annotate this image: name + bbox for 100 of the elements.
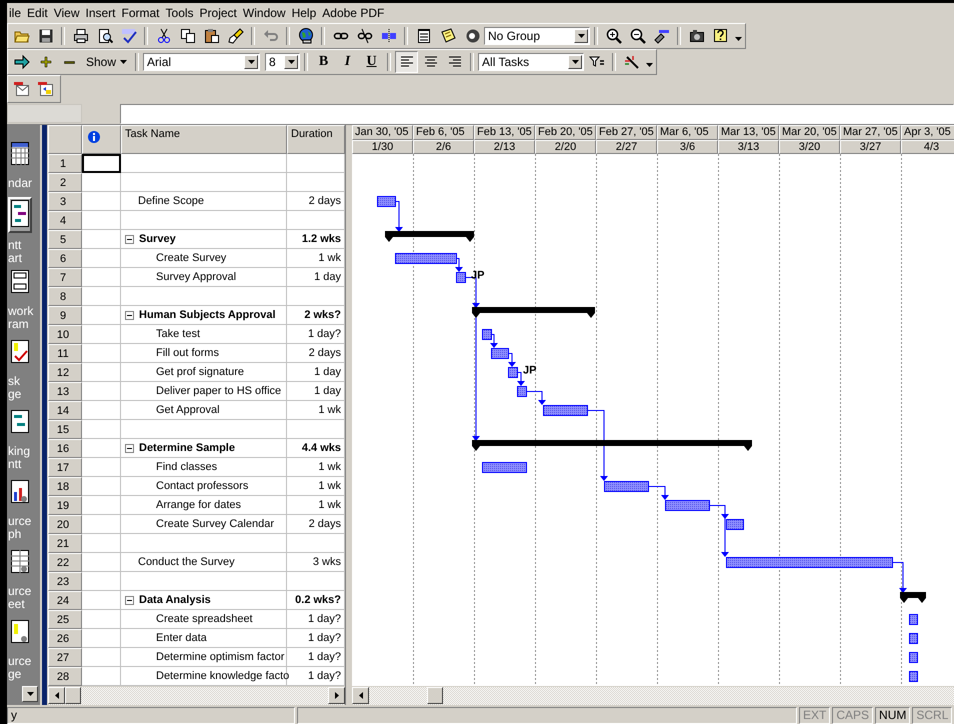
row-number[interactable]: 7 <box>48 268 82 287</box>
indicator-cell[interactable] <box>82 325 121 344</box>
indicator-cell[interactable] <box>82 173 121 192</box>
task-bar[interactable] <box>377 196 396 207</box>
task-bar[interactable] <box>456 272 466 283</box>
row-number[interactable]: 3 <box>48 192 82 211</box>
scroll-down-button[interactable] <box>22 686 38 702</box>
underline-button[interactable]: U <box>360 51 384 73</box>
selected-cell[interactable] <box>82 154 121 173</box>
indicator-cell[interactable] <box>82 534 121 553</box>
more-buttons-icon[interactable] <box>646 63 654 67</box>
menu-item[interactable]: Window <box>240 6 290 20</box>
row-number[interactable]: 16 <box>48 439 82 458</box>
row-number[interactable]: 15 <box>48 420 82 439</box>
indicator-cell[interactable] <box>82 553 121 572</box>
menu-item[interactable]: Format <box>120 6 164 20</box>
font-size-dropdown[interactable]: 8 <box>265 53 300 71</box>
task-bar[interactable] <box>909 614 918 625</box>
row-number[interactable]: 18 <box>48 477 82 496</box>
indicator-cell[interactable] <box>82 610 121 629</box>
view-button[interactable] <box>8 197 32 233</box>
indicator-cell[interactable] <box>82 629 121 648</box>
indicator-cell[interactable] <box>82 458 121 477</box>
group-dropdown[interactable]: No Group <box>484 27 590 45</box>
task-bar[interactable] <box>726 519 744 530</box>
row-number[interactable]: 12 <box>48 363 82 382</box>
indicator-cell[interactable] <box>82 344 121 363</box>
scroll-thumb[interactable] <box>65 687 81 704</box>
task-bar[interactable] <box>665 500 710 511</box>
more-buttons-icon[interactable] <box>735 37 742 41</box>
horizontal-scrollbar[interactable] <box>352 686 954 705</box>
summary-bar[interactable] <box>385 231 474 242</box>
task-bar[interactable] <box>491 348 509 359</box>
collapse-icon[interactable] <box>125 444 134 452</box>
row-number[interactable]: 10 <box>48 325 82 344</box>
row-number[interactable]: 19 <box>48 496 82 515</box>
indicator-cell[interactable] <box>82 306 121 325</box>
collapse-icon[interactable] <box>125 596 134 604</box>
summary-bar[interactable] <box>472 307 595 318</box>
indicator-cell[interactable] <box>82 439 121 458</box>
scroll-left-button[interactable] <box>48 687 65 704</box>
column-header[interactable]: Task Name <box>121 125 287 154</box>
scroll-thumb[interactable] <box>427 687 443 704</box>
task-bar[interactable] <box>909 652 918 663</box>
column-header[interactable]: Duration <box>287 125 345 154</box>
task-bar[interactable] <box>543 405 588 416</box>
indicator-cell[interactable] <box>82 287 121 306</box>
row-number[interactable]: 26 <box>48 629 82 648</box>
task-bar[interactable] <box>395 253 457 264</box>
menu-item[interactable]: Edit <box>25 6 52 20</box>
menu-item[interactable]: Project <box>198 6 241 20</box>
row-number[interactable]: 1 <box>48 154 82 173</box>
indicator-cell[interactable] <box>82 249 121 268</box>
indicator-cell[interactable] <box>82 382 121 401</box>
row-number[interactable]: 22 <box>48 553 82 572</box>
task-bar[interactable] <box>909 633 918 644</box>
filter-dropdown[interactable]: All Tasks <box>478 53 584 71</box>
row-number[interactable]: 9 <box>48 306 82 325</box>
menu-item[interactable]: ile <box>7 6 26 20</box>
indicator-cell[interactable] <box>82 572 121 591</box>
indicator-cell[interactable] <box>82 268 121 287</box>
task-bar[interactable] <box>517 386 527 397</box>
menu-item[interactable]: Tools <box>164 6 198 20</box>
row-number[interactable]: 4 <box>48 211 82 230</box>
row-number[interactable]: 17 <box>48 458 82 477</box>
show-button[interactable]: Show <box>82 51 132 73</box>
task-bar[interactable] <box>909 671 918 682</box>
row-number[interactable]: 21 <box>48 534 82 553</box>
row-number[interactable]: 8 <box>48 287 82 306</box>
corner-header[interactable] <box>48 125 82 154</box>
row-number[interactable]: 28 <box>48 667 82 686</box>
task-bar[interactable] <box>726 557 893 568</box>
indicator-cell[interactable] <box>82 192 121 211</box>
row-number[interactable]: 11 <box>48 344 82 363</box>
align-left-button[interactable] <box>395 51 418 73</box>
indicator-header[interactable] <box>82 125 121 154</box>
collapse-icon[interactable] <box>125 234 134 244</box>
indicator-cell[interactable] <box>82 420 121 439</box>
menu-item[interactable]: Insert <box>84 6 120 20</box>
indicator-cell[interactable] <box>82 211 121 230</box>
scroll-right-button[interactable] <box>328 687 345 704</box>
indicator-cell[interactable] <box>82 401 121 420</box>
row-number[interactable]: 23 <box>48 572 82 591</box>
task-bar[interactable] <box>482 462 527 473</box>
entry-field[interactable] <box>120 104 954 124</box>
task-bar[interactable] <box>508 367 518 378</box>
indicator-cell[interactable] <box>82 515 121 534</box>
task-bar[interactable] <box>482 329 492 340</box>
menu-item[interactable]: View <box>52 6 84 20</box>
indicator-cell[interactable] <box>82 363 121 382</box>
menu-item[interactable]: Help <box>290 6 320 20</box>
font-dropdown[interactable]: Arial <box>143 53 260 71</box>
indicator-cell[interactable] <box>82 648 121 667</box>
collapse-icon[interactable] <box>125 310 134 320</box>
row-number[interactable]: 20 <box>48 515 82 534</box>
row-number[interactable]: 25 <box>48 610 82 629</box>
summary-bar[interactable] <box>900 592 926 603</box>
indicator-cell[interactable] <box>82 230 121 249</box>
row-number[interactable]: 6 <box>48 249 82 268</box>
summary-bar[interactable] <box>472 440 752 451</box>
